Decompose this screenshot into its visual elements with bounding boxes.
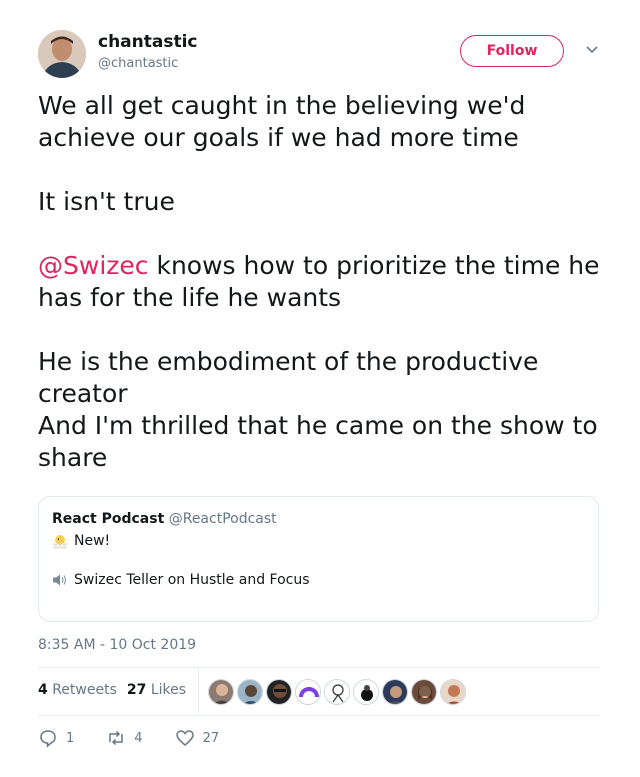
- tweet-line: He is the embodiment of the productive c…: [38, 347, 539, 408]
- quoted-line-text: New!: [74, 533, 111, 549]
- author-handle[interactable]: @chantastic: [98, 56, 178, 71]
- divider: [38, 715, 600, 716]
- heart-icon: [175, 730, 194, 746]
- retweets-stat[interactable]: 4 Retweets: [38, 682, 117, 698]
- reply-count: 1: [66, 730, 75, 746]
- reply-icon: [40, 730, 56, 748]
- tweet-timestamp[interactable]: 8:35 AM - 10 Oct 2019: [38, 637, 196, 653]
- divider: [198, 668, 199, 714]
- quoted-author-handle: @ReactPodcast: [168, 511, 277, 527]
- tweet-line: And I'm thrilled that he came on the sho…: [38, 411, 598, 472]
- quoted-line: New!: [52, 533, 110, 549]
- quoted-line: Swizec Teller on Hustle and Focus: [52, 572, 310, 588]
- liker-avatar[interactable]: [237, 679, 263, 705]
- retweets-label: Retweets: [52, 682, 117, 698]
- likers-avatars: [208, 679, 469, 705]
- retweets-count: 4: [38, 682, 48, 698]
- liker-avatar[interactable]: [208, 679, 234, 705]
- hatching-chick-icon: [53, 535, 67, 549]
- liker-avatar[interactable]: [382, 679, 408, 705]
- quoted-author: React Podcast @ReactPodcast: [52, 511, 277, 527]
- liker-avatar[interactable]: [353, 679, 379, 705]
- quoted-author-name: React Podcast: [52, 511, 165, 527]
- reply-button[interactable]: 1: [38, 728, 74, 748]
- liker-avatar[interactable]: [324, 679, 350, 705]
- liker-avatar[interactable]: [266, 679, 292, 705]
- likes-stat[interactable]: 27 Likes: [127, 682, 186, 698]
- liker-avatar[interactable]: [295, 679, 321, 705]
- mention-link[interactable]: @Swizec: [38, 251, 149, 280]
- follow-button[interactable]: Follow: [460, 35, 564, 67]
- tweet-text: We all get caught in the believing we'd …: [38, 90, 618, 474]
- speaker-icon: [53, 574, 66, 586]
- quoted-tweet[interactable]: React Podcast @ReactPodcast New! Swizec …: [38, 496, 599, 622]
- tweet-line: We all get caught in the believing we'd …: [38, 91, 526, 152]
- like-button[interactable]: 27: [175, 728, 220, 748]
- tweet-line: It isn't true: [38, 187, 175, 216]
- chevron-down-icon[interactable]: [584, 44, 600, 56]
- author-avatar[interactable]: [38, 30, 86, 78]
- like-count: 27: [202, 730, 220, 746]
- engagement-stats: 4 Retweets 27 Likes: [38, 682, 186, 698]
- liker-avatar[interactable]: [440, 679, 466, 705]
- retweet-icon: [109, 730, 124, 746]
- likes-label: Likes: [150, 682, 187, 698]
- retweet-count: 4: [134, 730, 143, 746]
- tweet-actions: 1 4 27: [38, 728, 251, 748]
- quoted-line-text: Swizec Teller on Hustle and Focus: [74, 572, 310, 588]
- liker-avatar[interactable]: [411, 679, 437, 705]
- divider: [38, 667, 600, 668]
- author-name[interactable]: chantastic: [98, 32, 198, 52]
- tweet-line: @Swizec knows how to prioritize the time…: [38, 250, 618, 314]
- likes-count: 27: [126, 682, 147, 698]
- retweet-button[interactable]: 4: [106, 728, 143, 748]
